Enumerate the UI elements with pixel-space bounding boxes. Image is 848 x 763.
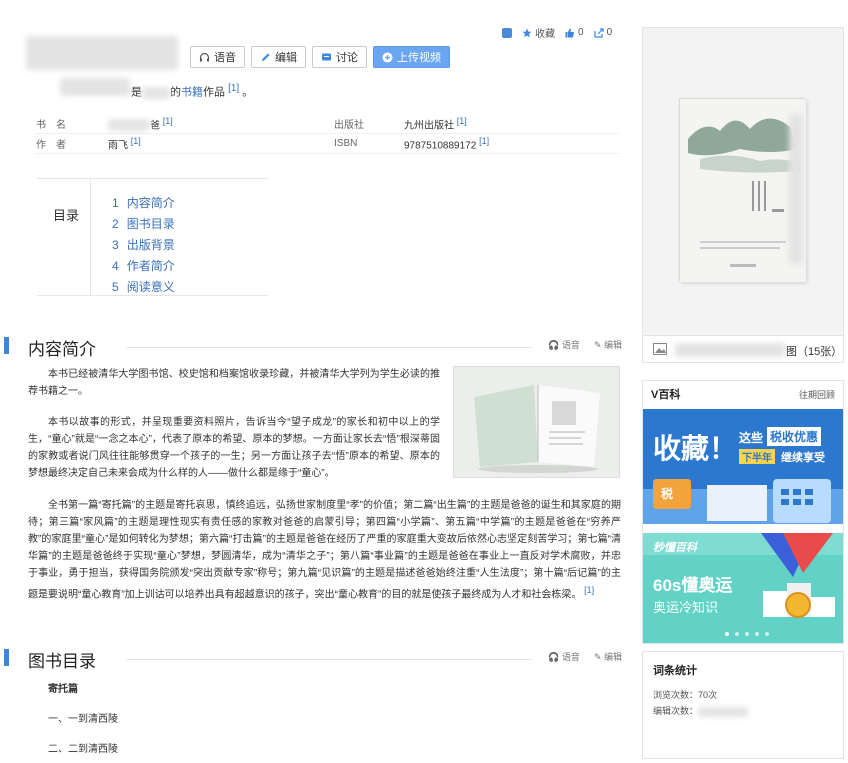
image-icon bbox=[653, 343, 667, 355]
edit-button[interactable]: 编辑 bbox=[251, 46, 306, 68]
basic-info: 书 名 爸 [1] 出版社 九州出版社 [1] 作 者 雨飞 [1] ISBN … bbox=[36, 114, 620, 154]
vbaike-title: V百科 bbox=[651, 389, 681, 401]
toc-item[interactable]: 3 出版背景 bbox=[112, 236, 175, 257]
footer-blurred-name bbox=[675, 343, 785, 357]
chat-icon bbox=[321, 52, 332, 63]
toc-item[interactable]: 5 阅读意义 bbox=[112, 278, 175, 299]
toc-label: 目录 bbox=[53, 208, 80, 223]
title-blurred bbox=[26, 36, 178, 70]
section-edit-button[interactable]: ✎ 编辑 bbox=[594, 338, 622, 351]
headphone-icon bbox=[199, 52, 210, 63]
section-content-intro: 内容简介 🎧 语音 ✎ 编辑 bbox=[4, 335, 622, 359]
stats-title: 词条统计 bbox=[653, 665, 697, 677]
blurred-title bbox=[108, 119, 150, 132]
plus-circle-icon bbox=[382, 52, 393, 63]
view-count: 浏览次数：70次 bbox=[653, 690, 718, 700]
add-icon[interactable] bbox=[502, 27, 512, 38]
contents-part-title: 寄托篇 bbox=[48, 684, 78, 695]
book-cover-panel[interactable]: 图（15张） bbox=[642, 27, 844, 363]
voice-button[interactable]: 语音 bbox=[190, 46, 245, 68]
basic-info-row: 书 名 爸 [1] 出版社 九州出版社 [1] bbox=[36, 114, 620, 134]
cover-footer[interactable]: 图（15张） bbox=[643, 335, 843, 362]
table-of-contents: 目录 1 内容简介 2 图书目录 3 出版背景 4 作者简介 5 阅读意义 bbox=[37, 178, 268, 296]
reference-link[interactable]: [1] bbox=[228, 83, 239, 94]
section-edit-button[interactable]: ✎ 编辑 bbox=[594, 650, 622, 663]
section-title: 内容简介 bbox=[28, 340, 96, 359]
past-issues-link[interactable]: 往期回顾 bbox=[799, 388, 835, 401]
edit-count: 编辑次数： bbox=[653, 704, 833, 720]
intro-blurred bbox=[60, 78, 130, 96]
toc-item[interactable]: 1 内容简介 bbox=[112, 194, 175, 215]
star-icon bbox=[522, 28, 532, 37]
intro-paragraph-2: 本书以故事的形式，并呈现重要资料照片，告诉当今“望子成龙”的家长和初中以上的学生… bbox=[28, 417, 440, 479]
section-accent-bar bbox=[4, 649, 9, 666]
intro-paragraph-1: 本书已经被清华大学图书馆、校史馆和档案馆收录珍藏，并被清华大学列为学生必读的推荐… bbox=[28, 369, 440, 397]
blurred-author bbox=[142, 86, 170, 99]
book-cover-image bbox=[679, 98, 806, 282]
contents-item: 一、一到清西陵 bbox=[48, 714, 118, 725]
section-book-contents: 图书目录 🎧 语音 ✎ 编辑 bbox=[4, 647, 622, 671]
toc-item[interactable]: 4 作者简介 bbox=[112, 257, 175, 278]
olympics-banner[interactable]: 秒懂百科 60s懂奥运 奥运冷知识 bbox=[643, 533, 843, 643]
thumbs-up-icon bbox=[565, 28, 574, 37]
entry-stats: 词条统计 浏览次数：70次 编辑次数： bbox=[642, 651, 844, 759]
like-button[interactable]: 0 bbox=[565, 27, 584, 38]
section-title: 图书目录 bbox=[28, 652, 96, 671]
contents-item: 二、二到清西陵 bbox=[48, 744, 118, 755]
section-accent-bar bbox=[4, 337, 9, 354]
toolbar: 语音 编辑 讨论 上传视频 bbox=[190, 46, 450, 68]
intro-paragraph-3: 全书第一篇“寄托篇”的主题是寄托哀思，慎终追远，弘扬世家制度里“孝”的价值；第二… bbox=[28, 500, 621, 601]
share-button[interactable]: 0 bbox=[593, 27, 612, 38]
share-icon bbox=[593, 27, 604, 38]
section-voice-button[interactable]: 🎧 语音 bbox=[548, 338, 580, 351]
pencil-icon bbox=[260, 52, 271, 63]
basic-info-row: 作 者 雨飞 [1] ISBN 9787510889172 [1] bbox=[36, 134, 620, 154]
vbaike-panel: V百科 往期回顾 收藏！ 这些 税收优惠 下半年 继续享受 税 秒懂百科 60s… bbox=[642, 380, 844, 644]
cover-blurred-strip bbox=[789, 114, 803, 264]
book-photo[interactable] bbox=[453, 366, 620, 478]
section-voice-button[interactable]: 🎧 语音 bbox=[548, 650, 580, 663]
summary-line: 是的书籍作品 [1] 。 bbox=[131, 83, 254, 99]
books-link[interactable]: 书籍 bbox=[181, 87, 203, 99]
upload-video-button[interactable]: 上传视频 bbox=[373, 46, 450, 68]
toc-item[interactable]: 2 图书目录 bbox=[112, 215, 175, 236]
toc-divider bbox=[90, 179, 91, 295]
blurred-edit-count bbox=[698, 706, 749, 717]
discuss-button[interactable]: 讨论 bbox=[312, 46, 367, 68]
favorite-button[interactable]: 收藏 bbox=[522, 25, 555, 40]
tax-banner[interactable]: 收藏！ 这些 税收优惠 下半年 继续享受 税 bbox=[643, 409, 843, 524]
page-actions: 收藏 0 0 bbox=[502, 25, 612, 40]
